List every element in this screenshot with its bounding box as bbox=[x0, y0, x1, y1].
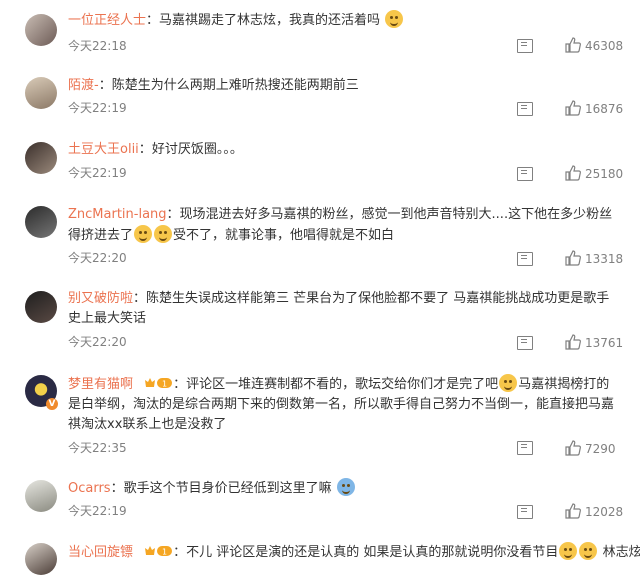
timestamp: 今天22:20 bbox=[68, 335, 127, 349]
avatar[interactable] bbox=[25, 543, 57, 575]
like-icon[interactable] bbox=[565, 334, 581, 350]
comment-text: 梦里有猫啊 1 ：评论区一堆连赛制都不看的，歌坛交给你们才是完了吧 马嘉祺揭榜打的是… bbox=[68, 374, 618, 435]
comment-content: 好讨厌饭圈。。。 bbox=[151, 142, 243, 157]
comment-text: 陌渡-：陈楚生为什么两期上难听热搜还能两期前三 bbox=[68, 78, 359, 93]
username[interactable]: 一位正经人士 bbox=[68, 13, 146, 28]
badge-level: 1 bbox=[162, 548, 167, 557]
like-count: 7290 bbox=[585, 442, 616, 456]
laugh-emoji-icon bbox=[499, 374, 518, 392]
timestamp: 今天22:35 bbox=[68, 441, 127, 455]
avatar[interactable] bbox=[25, 206, 57, 238]
comment-content: 陈楚生失误成这样能第三 芒果台为了保他脸都不要了 马嘉祺能挑战成功更是歌手史上最… bbox=[68, 291, 610, 326]
smile-emoji-icon bbox=[385, 10, 404, 28]
comment-content: 评论区一堆连赛制都不看的，歌坛交给你们才是完了吧 bbox=[186, 377, 499, 392]
avatar[interactable] bbox=[25, 142, 57, 174]
like-count: 12028 bbox=[585, 505, 624, 519]
like-icon[interactable] bbox=[565, 440, 581, 456]
doraemon-emoji-icon bbox=[336, 478, 355, 496]
comment-content: 陈楚生为什么两期上难听热搜还能两期前三 bbox=[111, 78, 359, 93]
comment-text: 当心回旋镖 1 ：不儿 评论区是演的还是认真的 如果是认真的那就说明你没看节目 林… bbox=[68, 542, 640, 563]
level-badge-icon: 1 bbox=[145, 546, 173, 557]
comment-content: 不儿 评论区是演的还是认真的 如果是认真的那就说明你没看节目 bbox=[186, 545, 559, 560]
reply-icon[interactable] bbox=[517, 441, 533, 455]
reply-icon[interactable] bbox=[517, 252, 533, 266]
comment-text: 别又破防啦：陈楚生失误成这样能第三 芒果台为了保他脸都不要了 马嘉祺能挑战成功更… bbox=[68, 291, 610, 326]
username[interactable]: 梦里有猫啊 bbox=[68, 377, 133, 392]
timestamp: 今天22:19 bbox=[68, 101, 127, 115]
like-count: 13761 bbox=[585, 336, 624, 350]
like-count: 25180 bbox=[585, 167, 624, 181]
level-badge-icon: 1 bbox=[145, 378, 173, 389]
like-count: 13318 bbox=[585, 252, 624, 266]
like-icon[interactable] bbox=[565, 250, 581, 266]
timestamp: 今天22:19 bbox=[68, 166, 127, 180]
like-count: 46308 bbox=[585, 39, 624, 53]
username[interactable]: 别又破防啦 bbox=[68, 291, 133, 306]
timestamp: 今天22:19 bbox=[68, 504, 127, 518]
avatar[interactable] bbox=[25, 14, 57, 46]
reply-icon[interactable] bbox=[517, 505, 533, 519]
like-icon[interactable] bbox=[565, 503, 581, 519]
like-icon[interactable] bbox=[565, 37, 581, 53]
avatar[interactable] bbox=[25, 291, 57, 323]
verified-badge-icon: V bbox=[46, 398, 58, 410]
laugh-emoji-icon bbox=[559, 542, 578, 560]
comment-content: 歌手这个节目身价已经低到这里了嘛 bbox=[123, 481, 332, 496]
like-icon[interactable] bbox=[565, 100, 581, 116]
username[interactable]: ZncMartin-lang bbox=[68, 207, 167, 222]
badge-level: 1 bbox=[162, 380, 167, 389]
smile-emoji-icon bbox=[134, 225, 153, 243]
timestamp: 今天22:20 bbox=[68, 251, 127, 265]
username[interactable]: Ocarrs bbox=[68, 481, 111, 496]
avatar[interactable] bbox=[25, 480, 57, 512]
reply-icon[interactable] bbox=[517, 167, 533, 181]
comment-text: 土豆大王olii：好讨厌饭圈。。。 bbox=[68, 142, 243, 157]
comment-text: ZncMartin-lang：现场混进去好多马嘉祺的粉丝，感觉一到他声音特别大.… bbox=[68, 207, 613, 243]
username[interactable]: 陌渡- bbox=[68, 78, 99, 93]
reply-icon[interactable] bbox=[517, 39, 533, 53]
timestamp: 今天22:18 bbox=[68, 39, 127, 53]
comment-text: Ocarrs：歌手这个节目身价已经低到这里了嘛 bbox=[68, 478, 618, 499]
comment-content-cont: 林志炫 bbox=[602, 545, 640, 560]
reply-icon[interactable] bbox=[517, 336, 533, 350]
username[interactable]: 当心回旋镖 bbox=[68, 545, 133, 560]
avatar[interactable] bbox=[25, 77, 57, 109]
comment-content-cont: 受不了，就事论事，他唱得就是不如白 bbox=[173, 228, 395, 243]
comment-text: 一位正经人士：马嘉祺踢走了林志炫，我真的还活着吗 bbox=[68, 10, 618, 31]
username[interactable]: 土豆大王olii bbox=[68, 142, 139, 157]
like-icon[interactable] bbox=[565, 165, 581, 181]
smile-emoji-icon bbox=[154, 225, 173, 243]
laugh-emoji-icon bbox=[579, 542, 598, 560]
comment-content: 马嘉祺踢走了林志炫，我真的还活着吗 bbox=[159, 13, 381, 28]
like-count: 16876 bbox=[585, 102, 624, 116]
reply-icon[interactable] bbox=[517, 102, 533, 116]
